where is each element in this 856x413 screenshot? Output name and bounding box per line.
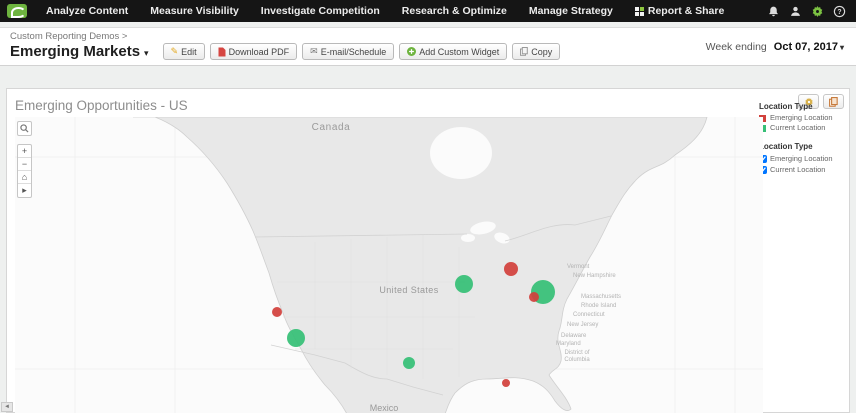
pan-mode-button[interactable]: ▸ — [18, 184, 31, 197]
week-ending-date-dropdown[interactable]: Oct 07, 2017 ▾ — [774, 41, 844, 53]
pencil-icon: ✎ — [170, 46, 179, 56]
nav-item-measure-visibility[interactable]: Measure Visibility — [139, 0, 250, 22]
map-zoom-controls: + − ⌂ ▸ — [17, 144, 32, 198]
copy-icon — [520, 47, 529, 56]
filter-emerging-location[interactable]: Emerging Location — [759, 153, 845, 164]
title-dropdown-caret-icon[interactable]: ▾ — [144, 48, 149, 59]
add-custom-widget-label: Add Custom Widget — [419, 46, 500, 57]
nav-icon-group: ? — [767, 5, 856, 18]
legend-item-current: Current Location — [759, 123, 845, 133]
download-pdf-button[interactable]: Download PDF — [209, 43, 298, 60]
legend-title: Location Type — [759, 102, 813, 111]
map-marker-emerging[interactable] — [504, 262, 518, 276]
page: { "nav": { "items": ["Analyze Content", … — [0, 0, 856, 413]
nav-item-analyze-content[interactable]: Analyze Content — [35, 0, 139, 22]
magnifier-icon — [20, 124, 29, 133]
nav-item-label: Analyze Content — [46, 5, 129, 17]
legend-item-label: Current Location — [770, 123, 826, 132]
nav-item-investigate-competition[interactable]: Investigate Competition — [250, 0, 391, 22]
legend-item-label: Emerging Location — [770, 113, 833, 122]
collapse-panel-button[interactable]: ◄ — [1, 402, 13, 412]
add-custom-widget-button[interactable]: Add Custom Widget — [399, 43, 508, 60]
nav-item-label: Report & Share — [647, 5, 725, 17]
filter-label: Current Location — [770, 165, 826, 174]
nav-item-research-optimize[interactable]: Research & Optimize — [391, 0, 518, 22]
page-title: Emerging Markets — [10, 43, 141, 60]
top-nav: Analyze Content Measure Visibility Inves… — [0, 0, 856, 22]
plus-icon — [407, 47, 417, 56]
week-ending-control: Week ending Oct 07, 2017 ▾ — [706, 41, 844, 53]
copy-button[interactable]: Copy — [512, 43, 561, 60]
map-marker-emerging[interactable] — [529, 292, 539, 302]
pdf-icon — [218, 47, 226, 56]
widget-panel: Emerging Opportunities - US Location Typ… — [6, 88, 850, 413]
email-schedule-label: E-mail/Schedule — [320, 46, 387, 57]
legend-filters: Location Type Emerging Location Current … — [759, 142, 845, 175]
envelope-icon: ✉ — [310, 46, 318, 56]
filter-title: Location Type — [759, 142, 813, 151]
edit-button[interactable]: ✎ Edit — [162, 43, 205, 60]
svg-text:?: ? — [837, 8, 841, 15]
week-ending-label: Week ending — [705, 41, 767, 53]
home-button[interactable]: ⌂ — [18, 171, 31, 184]
nav-item-manage-strategy[interactable]: Manage Strategy — [518, 0, 624, 22]
edit-button-label: Edit — [181, 46, 197, 57]
basemap — [15, 117, 763, 413]
gear-icon[interactable] — [811, 5, 824, 18]
zoom-out-button[interactable]: − — [18, 158, 31, 171]
bell-icon[interactable] — [767, 5, 780, 18]
legend-item-emerging: Emerging Location — [759, 113, 845, 123]
nav-item-label: Manage Strategy — [528, 5, 613, 17]
brand-logo[interactable] — [7, 4, 27, 18]
widget-title: Emerging Opportunities - US — [15, 98, 188, 113]
user-icon[interactable] — [789, 5, 802, 18]
map-legend: Location Type Emerging Location Current … — [759, 102, 845, 175]
week-ending-date: Oct 07, 2017 — [773, 41, 838, 53]
map-marker-current[interactable] — [287, 329, 305, 347]
map-marker-emerging[interactable] — [502, 379, 510, 387]
help-icon[interactable]: ? — [833, 5, 846, 18]
nav-item-label: Investigate Competition — [260, 5, 380, 17]
header-buttons: ✎ Edit Download PDF ✉ E-mail/Schedule Add … — [162, 43, 561, 60]
map-marker-emerging[interactable] — [272, 307, 282, 317]
map-marker-current[interactable] — [403, 357, 415, 369]
download-pdf-label: Download PDF — [228, 46, 290, 57]
map-canvas[interactable]: Canada United States Mexico Vermont New … — [15, 117, 763, 413]
zoom-in-button[interactable]: + — [18, 145, 31, 158]
map-search-button[interactable] — [17, 121, 32, 136]
nav-item-report-share[interactable]: Report & Share — [624, 0, 735, 22]
filter-label: Emerging Location — [770, 154, 833, 163]
filter-current-location[interactable]: Current Location — [759, 164, 845, 175]
date-caret-icon: ▾ — [839, 43, 844, 52]
nav-item-label: Research & Optimize — [401, 5, 507, 17]
report-header: Custom Reporting Demos > Emerging Market… — [0, 27, 856, 66]
email-schedule-button[interactable]: ✉ E-mail/Schedule — [302, 43, 395, 60]
grid-icon — [634, 6, 644, 16]
map-marker-current[interactable] — [455, 275, 473, 293]
nav-item-label: Measure Visibility — [150, 5, 239, 17]
copy-button-label: Copy — [531, 46, 553, 57]
